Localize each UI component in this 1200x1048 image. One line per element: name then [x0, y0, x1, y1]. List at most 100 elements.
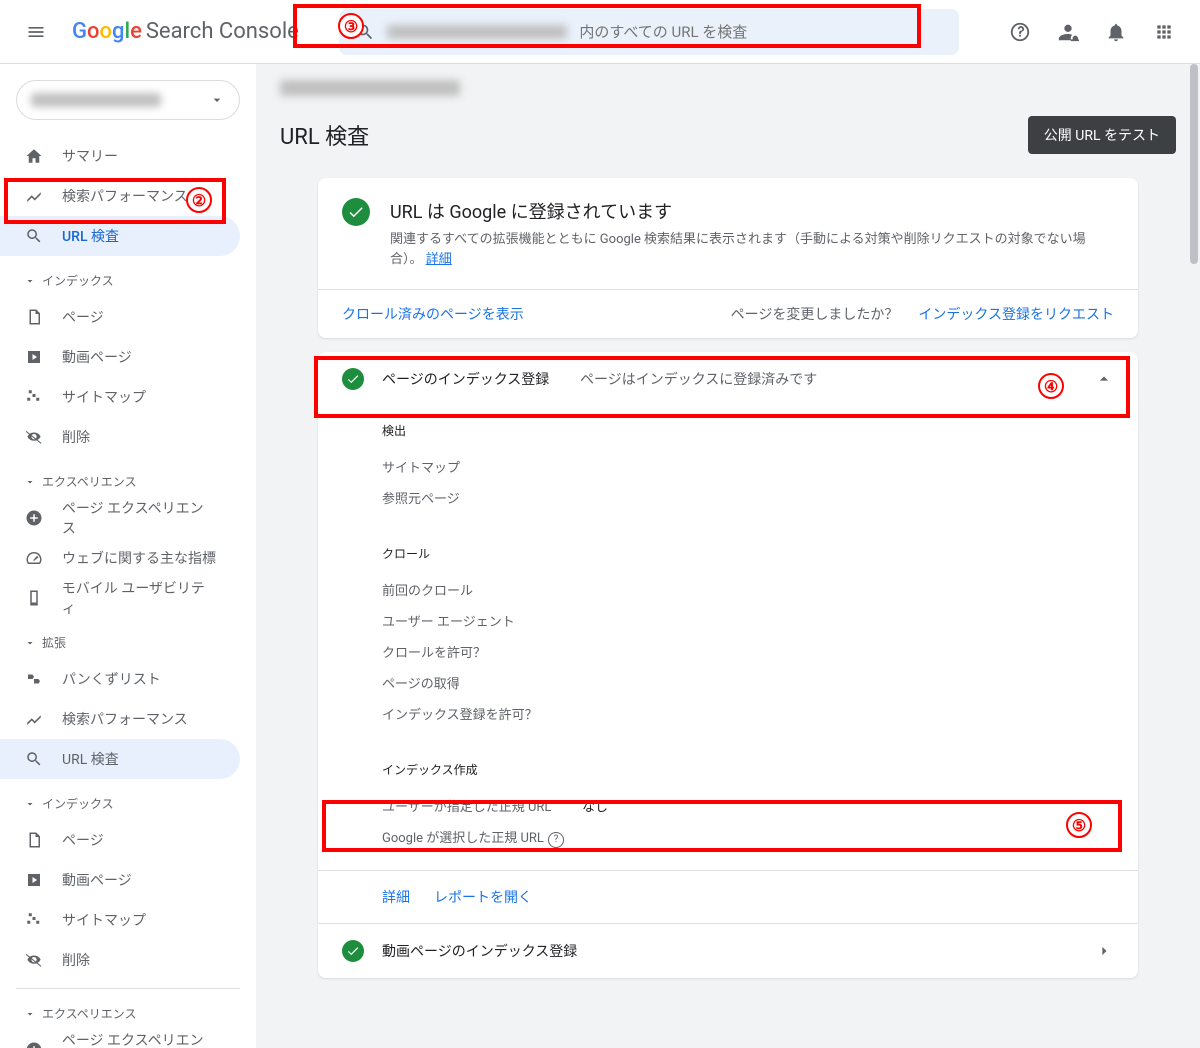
user-canonical-value: なし [582, 796, 1114, 815]
eye-off-icon [24, 428, 44, 446]
chevron-down-icon [24, 1008, 36, 1020]
sitemap-icon [24, 911, 44, 929]
sidebar-item-performance[interactable]: 検索パフォーマンス [0, 176, 240, 216]
redacted-domain [387, 25, 567, 39]
video-index-title: 動画ページのインデックス登録 [382, 941, 577, 961]
sidebar-item-page-experience[interactable]: ページ エクスペリエンス [0, 498, 240, 538]
redacted-url [280, 80, 460, 96]
search-icon [24, 750, 44, 768]
sidebar-item-sitemaps-2[interactable]: サイトマップ [0, 900, 240, 940]
sidebar-section-experience[interactable]: エクスペリエンス [0, 465, 256, 498]
eye-off-icon [24, 951, 44, 969]
details-link[interactable]: 詳細 [382, 887, 410, 907]
redacted-property [31, 93, 161, 107]
apps-button[interactable] [1144, 12, 1184, 52]
chevron-down-icon [24, 275, 36, 287]
test-live-url-button[interactable]: 公開 URL をテスト [1028, 116, 1176, 154]
plus-circle-icon [24, 509, 44, 527]
help-tooltip-icon[interactable]: ? [548, 832, 564, 848]
sidebar-section-experience-2[interactable]: エクスペリエンス [0, 997, 256, 1030]
home-icon [24, 147, 44, 165]
sidebar-item-pages-2[interactable]: ページ [0, 820, 240, 860]
hamburger-menu-button[interactable] [16, 12, 56, 52]
help-circle-icon [1009, 21, 1031, 43]
sidebar-item-core-web-vitals[interactable]: ウェブに関する主な指標 [0, 538, 240, 578]
checkmark-circle-icon [342, 940, 364, 962]
chevron-up-icon [1094, 369, 1114, 389]
sidebar-item-label: 検索パフォーマンス [62, 186, 188, 206]
url-search-input[interactable] [579, 23, 943, 41]
speed-icon [24, 549, 44, 567]
status-title: URL は Google に登録されています [390, 198, 1114, 224]
logo[interactable]: Google Search Console [72, 19, 299, 44]
index-coverage-title: ページのインデックス登録 [382, 369, 562, 389]
plus-circle-icon [24, 1041, 44, 1048]
sidebar-section-index-2[interactable]: インデックス [0, 787, 256, 820]
registration-status-card: URL は Google に登録されています 関連するすべての拡張機能とともに … [318, 178, 1138, 338]
crawl-section: クロール 前回のクロール ユーザー エージェント クロールを許可？ ページの取得… [318, 545, 1138, 745]
sidebar-item-summary[interactable]: サマリー [0, 136, 240, 176]
detection-section: 検出 サイトマップ 参照元ページ [318, 422, 1138, 529]
sidebar-section-enhancements[interactable]: 拡張 [0, 626, 256, 659]
page-changed-text: ページを変更しましたか？ [731, 304, 899, 324]
apps-grid-icon [1154, 22, 1174, 42]
page-icon [24, 831, 44, 849]
app-name: Search Console [146, 19, 299, 44]
index-coverage-card: ページのインデックス登録 ページはインデックスに登録済みです 検出 サイトマップ… [318, 352, 1138, 978]
settings-button[interactable] [1048, 12, 1088, 52]
search-icon [355, 22, 375, 42]
sidebar-item-removals[interactable]: 削除 [0, 417, 240, 457]
sidebar-item-video-pages-2[interactable]: 動画ページ [0, 860, 240, 900]
index-coverage-header[interactable]: ページのインデックス登録 ページはインデックスに登録済みです [318, 352, 1138, 406]
status-description: 関連するすべての拡張機能とともに Google 検索結果に表示されます（手動によ… [390, 230, 1114, 269]
sidebar-item-mobile-usability[interactable]: モバイル ユーザビリティ [0, 578, 240, 618]
video-index-header[interactable]: 動画ページのインデックス登録 [318, 923, 1138, 978]
sidebar-item-sitemaps[interactable]: サイトマップ [0, 377, 240, 417]
chevron-down-icon [24, 798, 36, 810]
sidebar-item-label: サマリー [62, 146, 118, 166]
sidebar-item-label: URL 検査 [62, 226, 119, 246]
sidebar: サマリー 検索パフォーマンス URL 検査 インデックス ページ 動画ページ サ… [0, 64, 256, 1048]
request-indexing-link[interactable]: インデックス登録をリクエスト [918, 304, 1114, 324]
hamburger-icon [26, 22, 46, 42]
page-icon [24, 308, 44, 326]
user-settings-icon [1057, 21, 1079, 43]
app-header: Google Search Console [0, 0, 1200, 64]
checkmark-circle-icon [342, 198, 370, 226]
learn-more-link[interactable]: 詳細 [426, 252, 452, 267]
vertical-scrollbar[interactable] [1190, 64, 1198, 264]
chevron-down-icon [209, 92, 225, 108]
chevron-down-icon [24, 476, 36, 488]
page-title: URL 検査 [280, 119, 369, 151]
google-logo-text: Google [72, 19, 142, 44]
help-button[interactable] [1000, 12, 1040, 52]
video-icon [24, 871, 44, 889]
main-content: URL 検査 公開 URL をテスト URL は Google に登録されていま… [256, 64, 1200, 1048]
chevron-down-icon [24, 637, 36, 649]
sidebar-item-removals-2[interactable]: 削除 [0, 940, 240, 980]
sidebar-item-breadcrumbs[interactable]: パンくずリスト [0, 659, 240, 699]
bell-icon [1105, 21, 1127, 43]
sidebar-item-url-inspection-2[interactable]: URL 検査 [0, 739, 240, 779]
url-search-box[interactable] [339, 9, 959, 55]
indexing-section: インデックス作成 ユーザーが指定した正規 URLなし Google が選択した正… [318, 761, 1138, 870]
sidebar-item-pages[interactable]: ページ [0, 297, 240, 337]
chevron-right-icon [1094, 941, 1114, 961]
sidebar-item-page-experience-2[interactable]: ページ エクスペリエンス [0, 1030, 240, 1048]
chart-line-icon [24, 187, 44, 205]
sidebar-item-video-pages[interactable]: 動画ページ [0, 337, 240, 377]
view-crawled-page-link[interactable]: クロール済みのページを表示 [342, 304, 524, 324]
sidebar-item-performance-2[interactable]: 検索パフォーマンス [0, 699, 240, 739]
search-icon [24, 227, 44, 245]
chart-line-icon [24, 710, 44, 728]
breadcrumb-icon [24, 670, 44, 688]
divider [16, 988, 240, 989]
sitemap-icon [24, 388, 44, 406]
sidebar-section-index[interactable]: インデックス [0, 264, 256, 297]
mobile-icon [24, 589, 44, 607]
open-report-link[interactable]: レポートを開く [434, 887, 532, 907]
header-actions [1000, 12, 1184, 52]
sidebar-item-url-inspection[interactable]: URL 検査 [0, 216, 240, 256]
property-selector[interactable] [16, 80, 240, 120]
notifications-button[interactable] [1096, 12, 1136, 52]
